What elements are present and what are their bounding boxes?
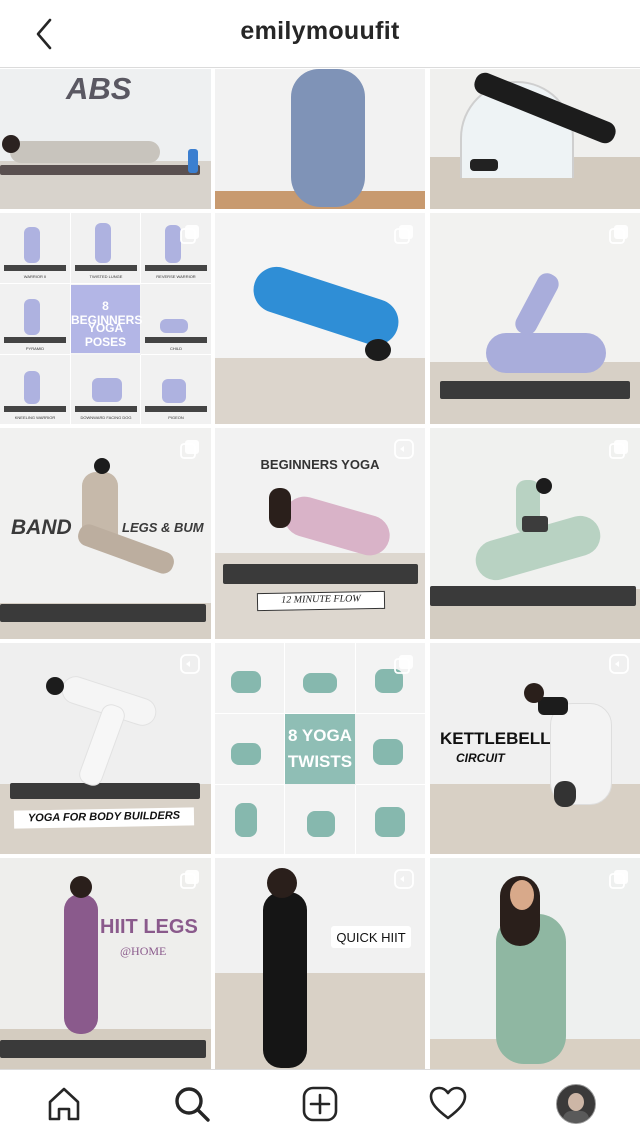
nav-new-post[interactable] [298,1082,342,1126]
athlete-figure [10,141,160,163]
profile-header: emilymouufit [0,0,640,68]
nav-search[interactable] [170,1082,214,1126]
athlete-figure [279,491,395,561]
carousel-icon [609,870,628,889]
post-abs[interactable]: ABS [0,69,211,209]
home-icon [48,1087,80,1121]
post-yoga-body-builders[interactable]: YOGA FOR BODY BUILDERS [0,643,211,854]
bottom-navigation [0,1069,640,1138]
carousel-icon [180,870,199,889]
carousel-icon [394,225,413,244]
post-reclined-stretch[interactable] [215,213,425,424]
title-panel: 8 YOGA TWISTS [285,714,355,784]
title-panel: 8 BEGINNERS YOGA POSES [71,285,142,353]
nav-activity[interactable] [426,1082,470,1126]
reel-icon [609,654,629,674]
carousel-icon [180,440,199,459]
add-post-icon [302,1086,338,1122]
post-grid: ABS WARRIOR II TWISTED LUNGE REVERSE WAR… [0,69,640,1069]
reel-icon [394,439,414,459]
athlete-figure [486,333,606,373]
title-label: QUICK HIIT [331,926,411,948]
avatar [556,1084,596,1124]
post-8-yoga-twists[interactable]: 8 YOGA TWISTS [215,643,425,854]
athlete-figure [291,69,365,207]
page-title: emilymouufit [240,17,400,45]
subtitle-label: 12 MINUTE FLOW [256,590,386,612]
post-lunge-stretch[interactable] [430,213,640,424]
reel-icon [180,654,200,674]
carousel-icon [180,225,199,244]
search-icon [175,1087,210,1122]
post-shorts[interactable] [215,69,425,209]
carousel-icon [394,655,413,674]
heart-icon [429,1086,467,1120]
title-label: YOGA FOR BODY BUILDERS [13,807,195,829]
post-side-plank[interactable] [430,69,640,209]
carousel-icon [609,225,628,244]
post-kettlebell-circuit[interactable]: KETTLEBELL CIRCUIT [430,643,640,854]
post-pigeon-stretch[interactable] [430,428,640,639]
bottle [188,149,198,173]
nav-profile[interactable] [554,1082,598,1126]
nav-home[interactable] [42,1082,86,1126]
post-quick-hiit[interactable]: QUICK HIIT [215,858,425,1069]
carousel-icon [609,440,628,459]
post-hiit-legs[interactable]: HIIT LEGS @HOME [0,858,211,1069]
post-title: ABS [66,71,132,106]
reel-icon [394,869,414,889]
post-green-dress[interactable] [430,858,640,1069]
dumbbells [470,159,498,171]
post-beginners-yoga-flow[interactable]: BEGINNERS YOGA 12 MINUTE FLOW [215,428,425,639]
kettlebell [554,781,576,807]
post-8-beginners-yoga[interactable]: WARRIOR II TWISTED LUNGE REVERSE WARRIOR… [0,213,211,424]
athlete-figure [64,894,98,1034]
athlete-figure [247,260,405,352]
athlete-figure [263,892,307,1068]
post-band-legs-bum[interactable]: BAND LEGS & BUM [0,428,211,639]
